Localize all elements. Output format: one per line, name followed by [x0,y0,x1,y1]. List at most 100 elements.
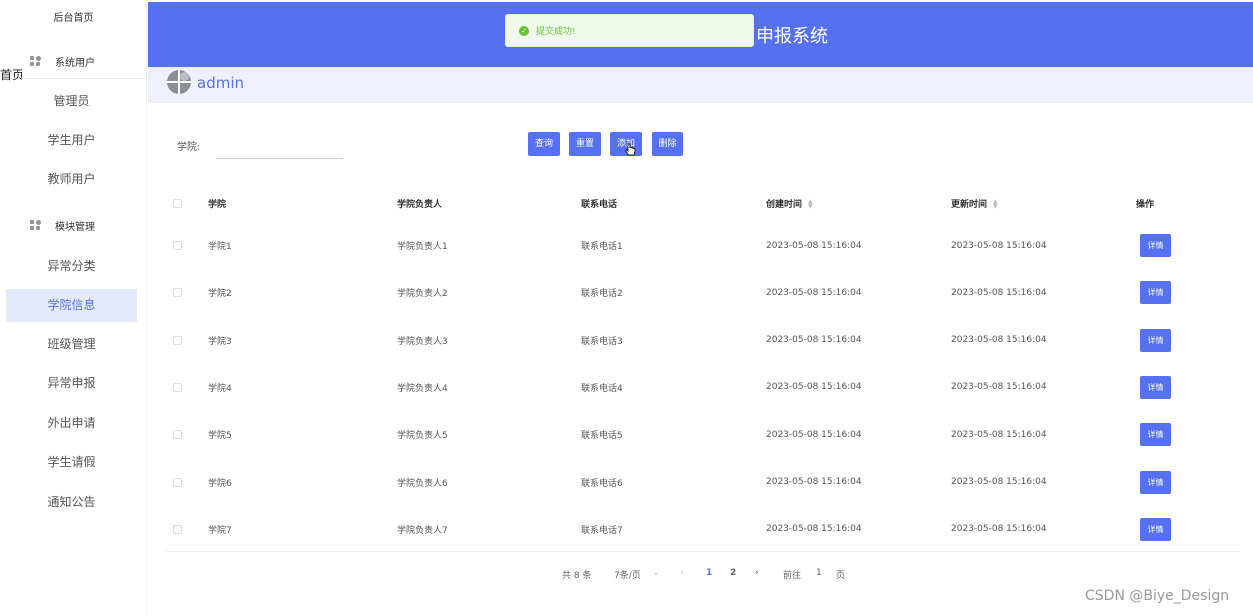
sidebar-item-student-leave[interactable]: 学生请假 [6,446,137,479]
cell-phone: 联系电话1 [581,242,623,252]
row-checkbox[interactable] [173,382,182,392]
sidebar-item-class-management[interactable]: 班级管理 [6,328,137,361]
header-leader: 学院负责人 [397,200,443,210]
table-row: 学院6 学院负责人6 联系电话6 2023-05-08 15:16:04 2023-05… [166,459,1240,506]
page-size-select[interactable]: 7条/页 [614,568,641,581]
table-bottom-border [166,551,1240,552]
cell-college: 学院5 [208,431,232,442]
cell-phone: 联系电话7 [581,525,623,536]
cell-phone: 联系电话2 [581,289,623,300]
select-all-checkbox[interactable] [173,199,182,208]
table-row: 学院2 学院负责人2 联系电话2 2023-05-08 15:16:04 2023-05… [166,269,1240,316]
table-row: 学院7 学院负责人7 联系电话7 2023-05-08 15:16:04 2023-05… [166,506,1240,553]
toast-message: 提交成功! [536,27,576,37]
cell-updated: 2023-05-08 15:16:04 [951,335,1047,346]
grid-icon [30,219,41,231]
prev-page-icon[interactable]: ‹ [680,568,684,578]
row-checkbox[interactable] [173,477,182,487]
delete-button[interactable]: 删除 [652,132,683,156]
detail-button[interactable]: 详情 [1140,470,1171,494]
cell-leader: 学院负责人6 [397,478,448,489]
goto-suffix: 页 [836,571,846,581]
detail-button[interactable]: 详情 [1140,423,1171,447]
cell-updated: 2023-05-08 15:16:04 [951,477,1047,487]
sidebar-item-admins[interactable]: 管理员 [6,85,137,118]
goto-page-input[interactable]: 1 [816,568,822,578]
cell-college: 学院6 [208,478,232,489]
cell-created: 2023-05-08 15:16:04 [766,240,862,251]
college-search-input[interactable] [216,133,343,159]
grid-icon [30,55,41,67]
detail-button[interactable]: 详情 [1140,375,1171,399]
cell-phone: 联系电话3 [581,336,623,347]
detail-button[interactable]: 详情 [1140,517,1171,541]
cell-leader: 学院负责人1 [397,242,448,252]
sidebar-item-college-info[interactable]: 学院信息 [6,289,137,322]
stray-overlay-text: 首页 [0,68,22,82]
sidebar-item-teacher-users[interactable]: 教师用户 [6,163,137,196]
sidebar-item-student-users[interactable]: 学生用户 [6,124,137,157]
cell-college: 学院1 [208,242,232,252]
sidebar-item-outing-request[interactable]: 外出申请 [6,407,137,440]
sidebar-home-link[interactable]: 后台首页 [0,9,147,24]
hand-cursor-icon [624,143,636,156]
page-2[interactable]: 2 [730,568,736,578]
cell-updated: 2023-05-08 15:16:04 [951,524,1047,535]
success-toast: ✓ 提交成功! [505,14,754,47]
table-row: 学院4 学院负责人4 联系电话4 2023-05-08 15:16:04 2023-05… [166,364,1240,411]
cell-leader: 学院负责人2 [397,289,448,300]
cell-phone: 联系电话6 [581,478,623,489]
cell-leader: 学院负责人3 [397,336,448,347]
detail-button[interactable]: 详情 [1140,281,1171,305]
sidebar-group-modules[interactable]: 模块管理 [0,208,147,242]
sidebar-group-label: 系统用户 [55,57,95,69]
row-checkbox[interactable] [173,430,182,440]
system-title: 申报系统 [756,26,828,47]
cell-created: 2023-05-08 15:16:04 [766,477,862,487]
detail-button[interactable]: 详情 [1140,328,1171,352]
cell-created: 2023-05-08 15:16:04 [766,429,862,440]
row-checkbox[interactable] [173,524,182,534]
sidebar-item-anomaly-category[interactable]: 异常分类 [6,250,137,283]
avatar-icon[interactable] [167,70,191,94]
cell-leader: 学院负责人7 [397,525,448,536]
row-checkbox[interactable] [173,288,182,298]
watermark: CSDN @Biye_Design [1085,588,1230,604]
goto-label: 前往 [783,571,802,581]
cell-college: 学院7 [208,525,232,536]
sort-icon[interactable]: ▲ ▼ [808,198,813,209]
header-created[interactable]: 创建时间 ▲ ▼ [766,180,813,227]
cell-college: 学院2 [208,289,232,300]
row-checkbox[interactable] [173,335,182,345]
cell-phone: 联系电话5 [581,431,623,442]
cell-college: 学院4 [208,383,232,394]
next-page-icon[interactable]: › [755,568,759,578]
cell-created: 2023-05-08 15:16:04 [766,335,862,346]
sidebar-item-anomaly-report[interactable]: 异常申报 [6,367,137,400]
user-bar: admin [148,67,1253,103]
cell-college: 学院3 [208,336,232,347]
username[interactable]: admin [197,74,244,92]
cell-updated: 2023-05-08 15:16:04 [951,287,1047,298]
sidebar-group-system-users[interactable]: 系统用户 [0,44,147,78]
reset-button[interactable]: 重置 [569,132,601,156]
detail-button[interactable]: 详情 [1140,234,1171,257]
table-header-row: 学院 学院负责人 联系电话 创建时间 ▲ ▼ 更新时间 ▲ ▼ 操作 [166,180,1240,227]
row-checkbox[interactable] [173,241,182,250]
divider [20,78,147,79]
header-college: 学院 [208,200,227,210]
query-button[interactable]: 查询 [528,132,560,156]
cell-leader: 学院负责人4 [397,383,448,394]
cell-created: 2023-05-08 15:16:04 [766,524,862,535]
cell-created: 2023-05-08 15:16:04 [766,287,862,298]
chevron-down-icon[interactable]: ⌄ [652,568,660,578]
sidebar-item-notices[interactable]: 通知公告 [6,486,137,519]
top-header: 申报系统 ✓ 提交成功! [148,2,1253,67]
table-row: 学院5 学院负责人5 联系电话5 2023-05-08 15:16:04 2023-05… [166,411,1240,458]
sort-icon[interactable]: ▲ ▼ [993,198,998,209]
table-row: 学院1 学院负责人1 联系电话1 2023-05-08 15:16:04 2023-05… [166,222,1240,269]
header-updated[interactable]: 更新时间 ▲ ▼ [951,180,998,227]
page-1[interactable]: 1 [706,568,712,578]
cell-updated: 2023-05-08 15:16:04 [951,429,1047,440]
cell-updated: 2023-05-08 15:16:04 [951,382,1047,393]
